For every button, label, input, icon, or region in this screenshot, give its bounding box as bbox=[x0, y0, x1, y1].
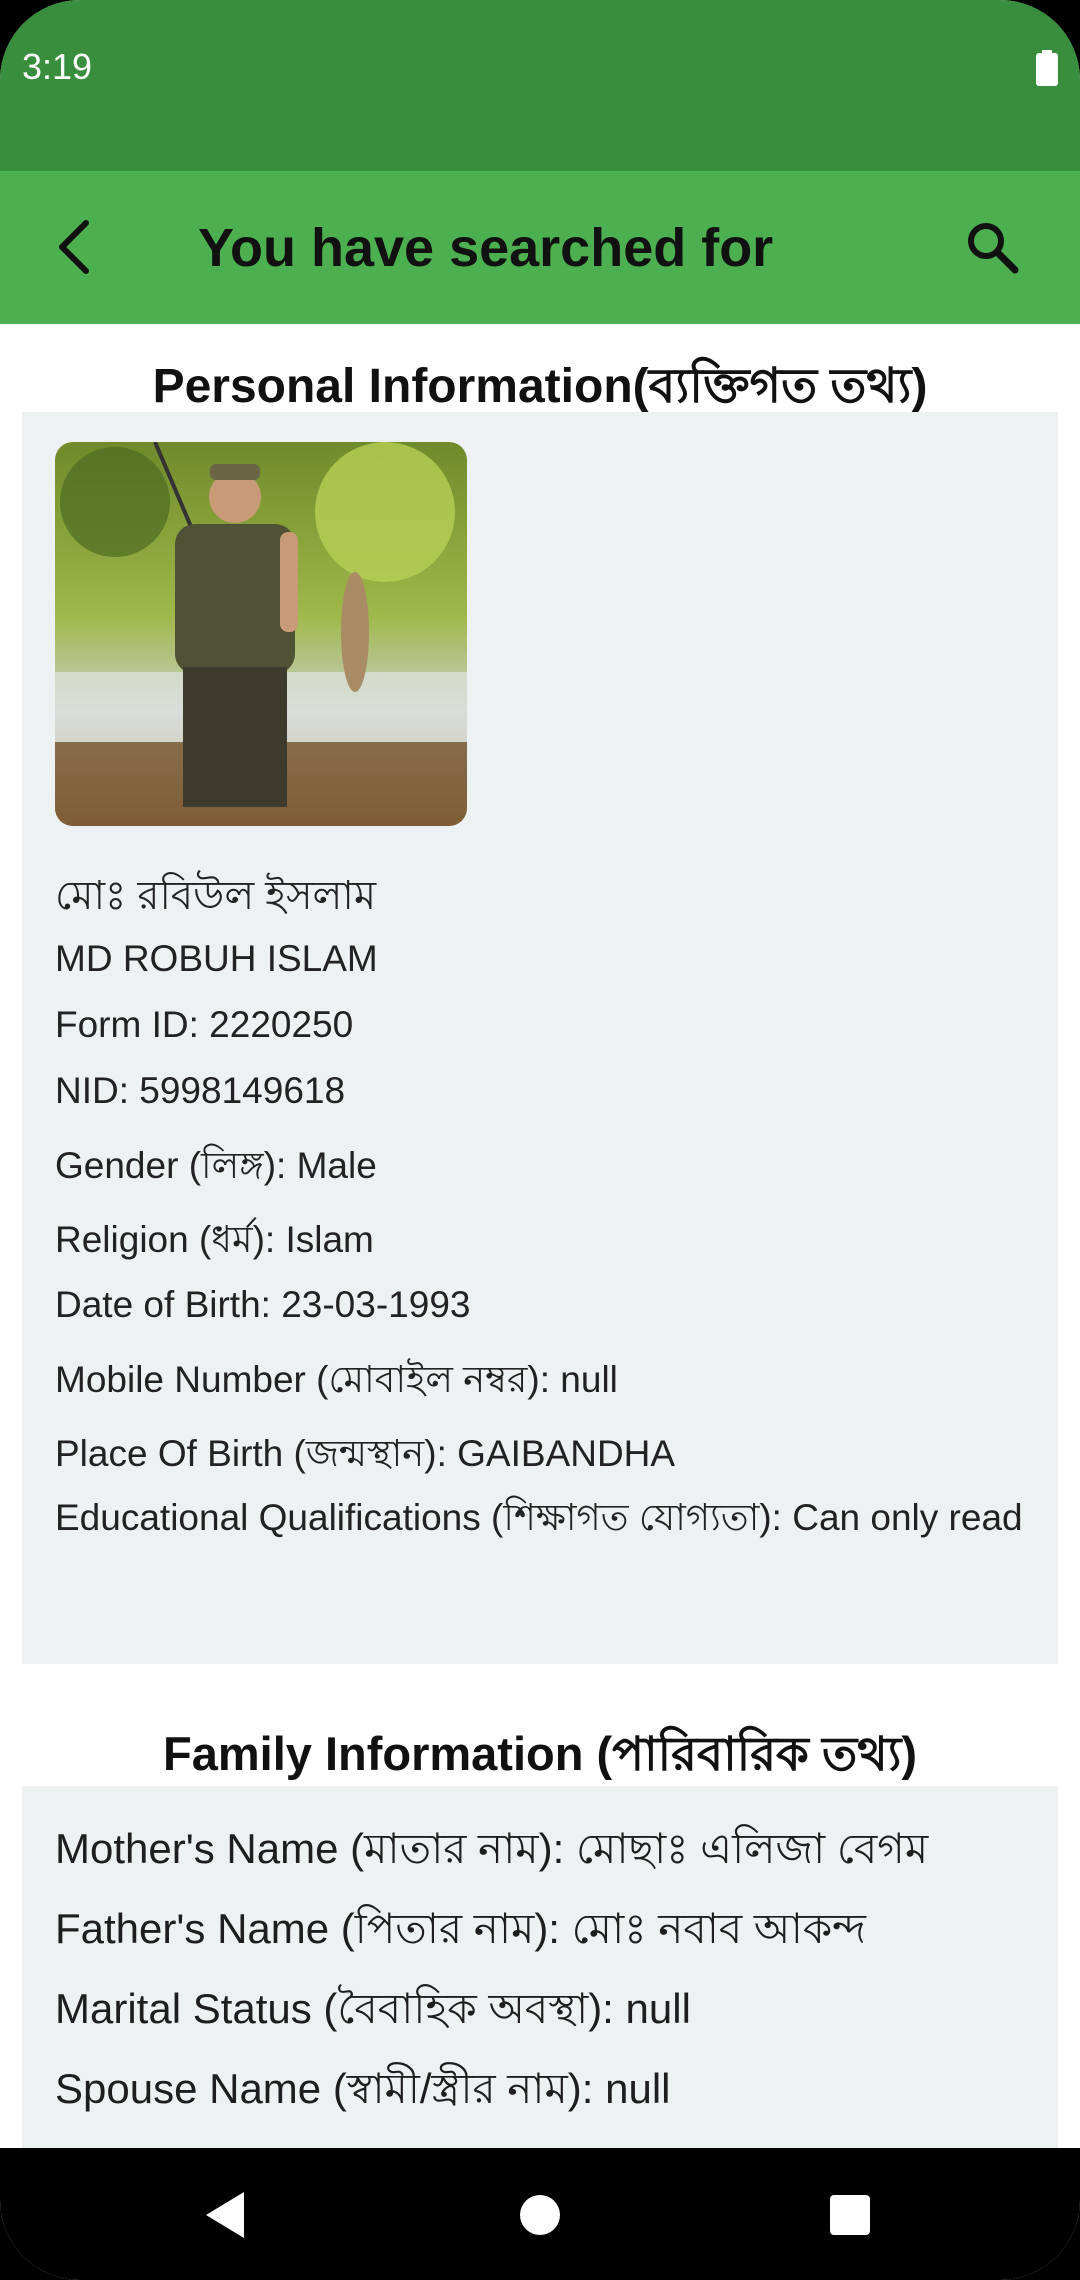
family-info-card: Mother's Name (মাতার নাম): মোছাঃ এলিজা ব… bbox=[22, 1786, 1058, 2148]
screen: 3:19 You have searched for Personal Info… bbox=[0, 0, 1080, 2280]
religion: Religion (ধর্ম): Islam bbox=[55, 1219, 374, 1260]
personal-info-card: মোঃ রবিউল ইসলাম MD ROBUH ISLAM Form ID: … bbox=[22, 412, 1058, 1664]
page-title: You have searched for bbox=[198, 218, 774, 278]
back-arrow-icon bbox=[59, 220, 89, 274]
search-button[interactable] bbox=[946, 201, 1038, 293]
mother-name: Mother's Name (মাতার নাম): মোছাঃ এলিজা ব… bbox=[55, 1825, 929, 1872]
app-bar: You have searched for bbox=[0, 171, 1080, 324]
name-english: MD ROBUH ISLAM bbox=[55, 938, 378, 979]
battery-icon bbox=[1036, 50, 1058, 86]
back-button[interactable] bbox=[30, 201, 122, 293]
status-bar: 3:19 bbox=[0, 0, 1080, 171]
mobile-number: Mobile Number (মোবাইল নম্বর): null bbox=[55, 1359, 618, 1400]
spouse-name: Spouse Name (স্বামী/স্ত্রীর নাম): null bbox=[55, 2065, 671, 2112]
nav-home-button[interactable] bbox=[495, 2170, 585, 2260]
name-bangla: মোঃ রবিউল ইসলাম bbox=[55, 874, 377, 918]
search-icon bbox=[968, 223, 1019, 274]
nid: NID: 5998149618 bbox=[55, 1070, 346, 1111]
date-of-birth: Date of Birth: 23-03-1993 bbox=[55, 1284, 471, 1325]
educational-qualifications: Educational Qualifications (শিক্ষাগত যোগ… bbox=[55, 1497, 1023, 1538]
status-time: 3:19 bbox=[22, 46, 93, 87]
profile-photo bbox=[55, 442, 467, 826]
place-of-birth: Place Of Birth (জন্মস্থান): GAIBANDHA bbox=[55, 1433, 676, 1474]
nav-home-icon bbox=[520, 2195, 560, 2235]
content-scroll[interactable]: Personal Information(ব্যক্তিগত তথ্য) মোঃ… bbox=[0, 324, 1080, 2148]
gender: Gender (লিঙ্গ): Male bbox=[55, 1145, 377, 1186]
father-name: Father's Name (পিতার নাম): মোঃ নবাব আকন্… bbox=[55, 1905, 866, 1952]
nav-back-icon bbox=[206, 2192, 244, 2238]
family-info-heading: Family Information (পারিবারিক তথ্য) bbox=[163, 1727, 917, 1780]
nav-recents-button[interactable] bbox=[805, 2170, 895, 2260]
marital-status: Marital Status (বৈবাহিক অবস্থা): null bbox=[55, 1985, 691, 2032]
nav-back-button[interactable] bbox=[180, 2170, 270, 2260]
system-nav-bar bbox=[0, 2148, 1080, 2280]
form-id: Form ID: 2220250 bbox=[55, 1004, 354, 1045]
nav-recents-icon bbox=[830, 2195, 870, 2235]
